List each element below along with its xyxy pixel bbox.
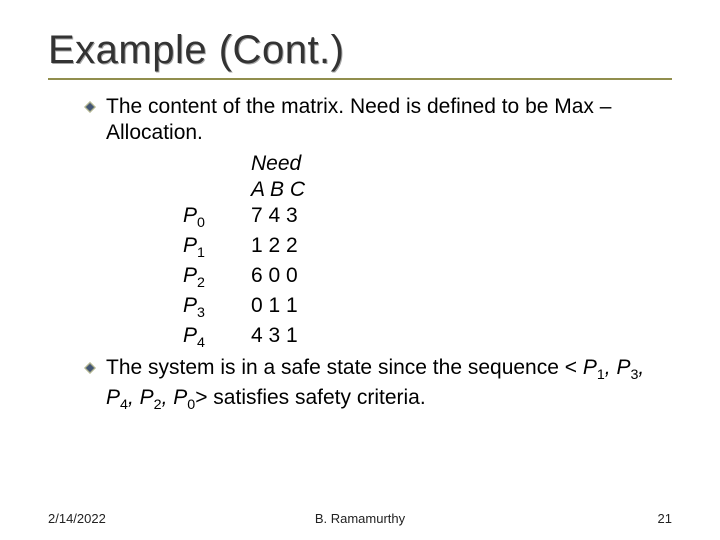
diamond-bullet-icon [84,362,96,374]
need-matrix: Need A B C P0 7 4 3 P1 1 2 2 P2 6 0 0 P3 0 1… [48,151,672,354]
need-columns: A B C [251,177,672,203]
footer-author: B. Ramamurthy [0,511,720,526]
process-label: P2 [183,263,243,293]
slide-body: The content of the matrix. Need is defin… [48,94,672,415]
need-values: 7 4 3 [251,204,298,227]
need-row: P4 4 3 1 [183,323,672,353]
bullet-2-pre: The system is in a safe state since the … [106,356,583,379]
need-values: 0 1 1 [251,294,298,317]
need-values: 6 0 0 [251,264,298,287]
need-label: Need [251,151,672,177]
need-values: 4 3 1 [251,324,298,347]
need-row: P3 0 1 1 [183,293,672,323]
process-label: P0 [183,203,243,233]
footer-page-number: 21 [658,511,672,526]
title-underline-rule [48,78,672,80]
diamond-bullet-icon [84,101,96,113]
need-row: P2 6 0 0 [183,263,672,293]
slide: Example (Cont.) The content of the matri… [0,0,720,540]
process-label: P1 [183,233,243,263]
bullet-1-text: The content of the matrix. Need is defin… [106,95,611,144]
need-values: 1 2 2 [251,234,298,257]
bullet-item-2: The system is in a safe state since the … [48,355,672,415]
need-row: P0 7 4 3 [183,203,672,233]
bullet-item-1: The content of the matrix. Need is defin… [48,94,672,147]
process-label: P4 [183,323,243,353]
slide-title: Example (Cont.) [48,28,672,72]
process-label: P3 [183,293,243,323]
need-row: P1 1 2 2 [183,233,672,263]
bullet-2-post: > satisfies safety criteria. [195,386,426,409]
